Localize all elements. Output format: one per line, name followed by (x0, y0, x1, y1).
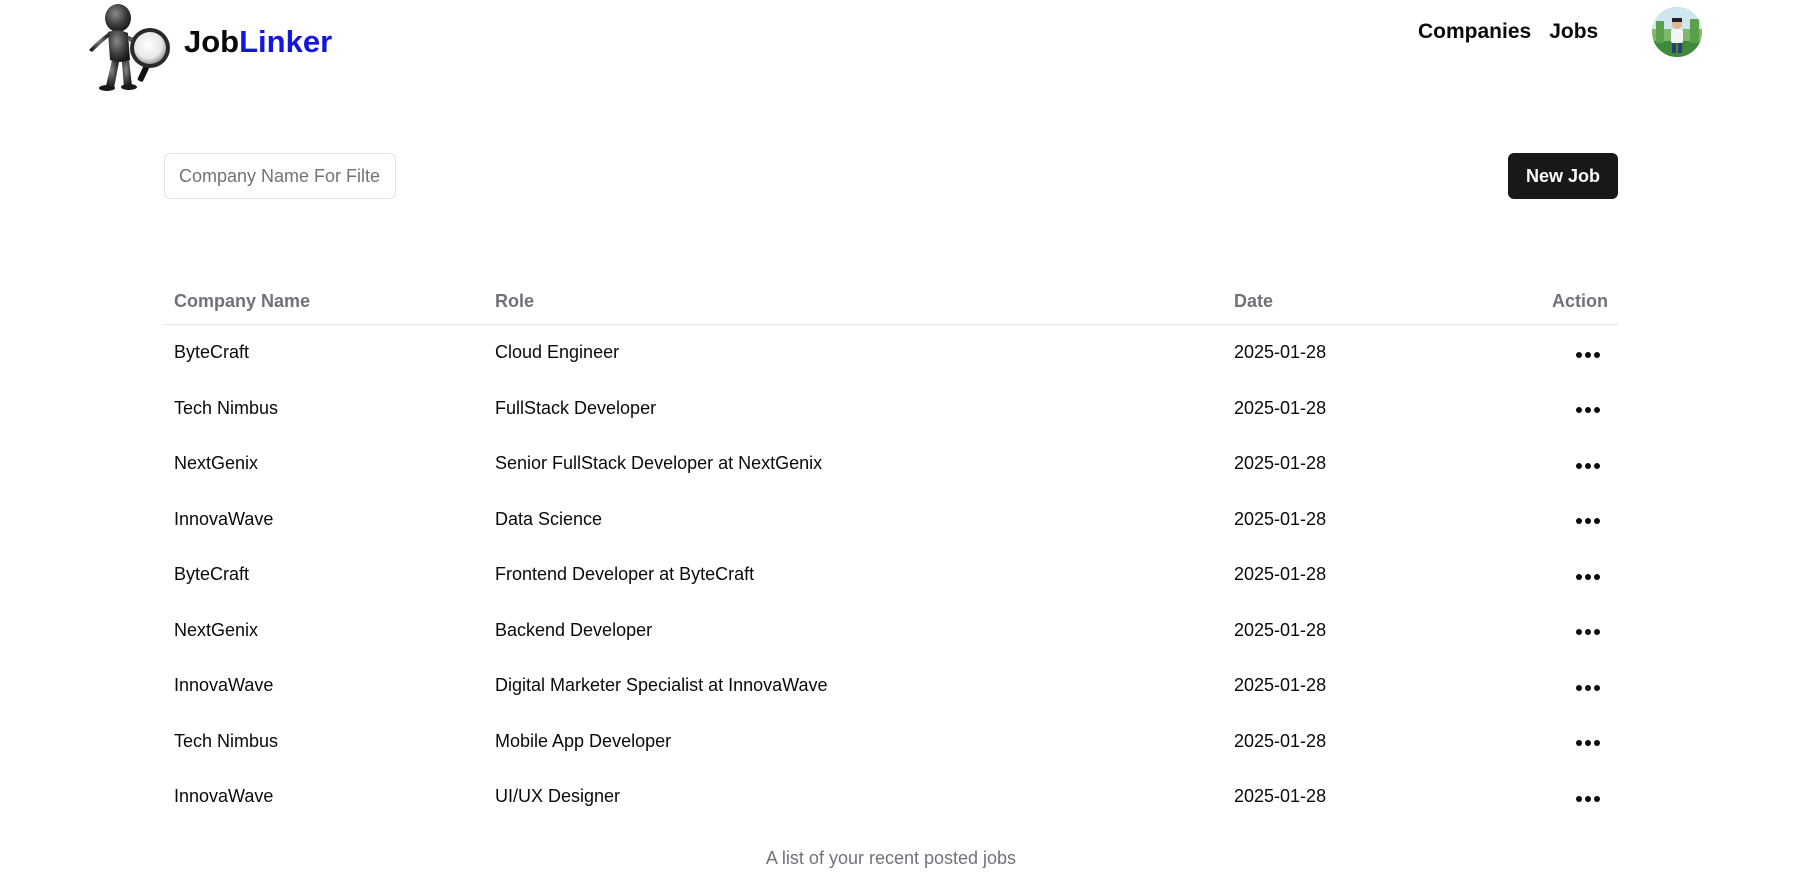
cell-company: Tech Nimbus (174, 397, 279, 418)
cell-role: Digital Marketer Specialist at InnovaWav… (495, 675, 828, 696)
user-avatar[interactable] (1652, 7, 1702, 57)
cell-date: 2025-01-28 (1234, 675, 1327, 696)
brand-name: JobLinker (184, 24, 332, 60)
cell-date: 2025-01-28 (1234, 397, 1327, 418)
cell-role: Mobile App Developer (495, 730, 672, 751)
table-row: InnovaWave Digital Marketer Specialist a… (164, 658, 1618, 714)
logo[interactable]: JobLinker (84, 2, 332, 102)
more-options-icon[interactable] (1572, 401, 1604, 419)
more-options-icon[interactable] (1572, 623, 1604, 641)
mascot-magnifier-icon (89, 4, 170, 91)
cell-role: Frontend Developer at ByteCraft (495, 564, 755, 585)
jobs-toolbar: New Job (164, 153, 1618, 199)
new-job-button[interactable]: New Job (1508, 153, 1618, 199)
more-options-icon[interactable] (1572, 346, 1604, 364)
cell-company: NextGenix (174, 619, 259, 640)
nav-links: Companies Jobs (1418, 20, 1598, 44)
table-row: ByteCraft Cloud Engineer 2025-01-28 (164, 325, 1618, 381)
company-filter-input[interactable] (164, 153, 396, 199)
more-options-icon[interactable] (1572, 679, 1604, 697)
cell-date: 2025-01-28 (1234, 786, 1327, 807)
brand-part-linker: Linker (239, 24, 333, 59)
header-company-name: Company Name (164, 278, 485, 325)
table-row: ByteCraft Frontend Developer at ByteCraf… (164, 547, 1618, 603)
table-row: Tech Nimbus FullStack Developer 2025-01-… (164, 381, 1618, 437)
cell-role: Senior FullStack Developer at NextGenix (495, 453, 823, 474)
navbar: JobLinker Companies Jobs (0, 0, 1806, 100)
cell-company: InnovaWave (174, 786, 274, 807)
table-header-row: Company Name Role Date Action (164, 278, 1618, 325)
table-row: InnovaWave UI/UX Designer 2025-01-28 (164, 769, 1618, 825)
table-caption: A list of your recent posted jobs (765, 848, 1017, 868)
cell-date: 2025-01-28 (1234, 508, 1327, 529)
more-options-icon[interactable] (1572, 457, 1604, 475)
header-date: Date (1224, 278, 1494, 325)
more-options-icon[interactable] (1572, 568, 1604, 586)
cell-company: InnovaWave (174, 675, 274, 696)
cell-date: 2025-01-28 (1234, 342, 1327, 363)
nav-jobs-link[interactable]: Jobs (1549, 20, 1598, 44)
table-row: InnovaWave Data Science 2025-01-28 (164, 492, 1618, 548)
cell-role: Backend Developer (495, 619, 653, 640)
cell-date: 2025-01-28 (1234, 564, 1327, 585)
cell-date: 2025-01-28 (1234, 619, 1327, 640)
table-row: NextGenix Backend Developer 2025-01-28 (164, 603, 1618, 659)
cell-date: 2025-01-28 (1234, 730, 1327, 751)
avatar-photo-icon (1652, 7, 1702, 57)
table-row: Tech Nimbus Mobile App Developer 2025-01… (164, 714, 1618, 770)
cell-company: ByteCraft (174, 564, 250, 585)
table-row: NextGenix Senior FullStack Developer at … (164, 436, 1618, 492)
header-role: Role (485, 278, 1224, 325)
more-options-icon[interactable] (1572, 734, 1604, 752)
more-options-icon[interactable] (1572, 790, 1604, 808)
cell-company: InnovaWave (174, 508, 274, 529)
nav-companies-link[interactable]: Companies (1418, 20, 1531, 44)
header-action: Action (1494, 278, 1618, 325)
cell-role: Cloud Engineer (495, 342, 620, 363)
jobs-table: Company Name Role Date Action ByteCraft … (164, 278, 1618, 825)
cell-role: FullStack Developer (495, 397, 657, 418)
brand-part-job: Job (184, 24, 240, 59)
more-options-icon[interactable] (1572, 512, 1604, 530)
jobs-table-body: ByteCraft Cloud Engineer 2025-01-28 Tech… (164, 325, 1618, 825)
cell-date: 2025-01-28 (1234, 453, 1327, 474)
cell-role: UI/UX Designer (495, 786, 621, 807)
cell-company: ByteCraft (174, 342, 250, 363)
cell-company: Tech Nimbus (174, 730, 279, 751)
cell-company: NextGenix (174, 453, 259, 474)
cell-role: Data Science (495, 508, 603, 529)
